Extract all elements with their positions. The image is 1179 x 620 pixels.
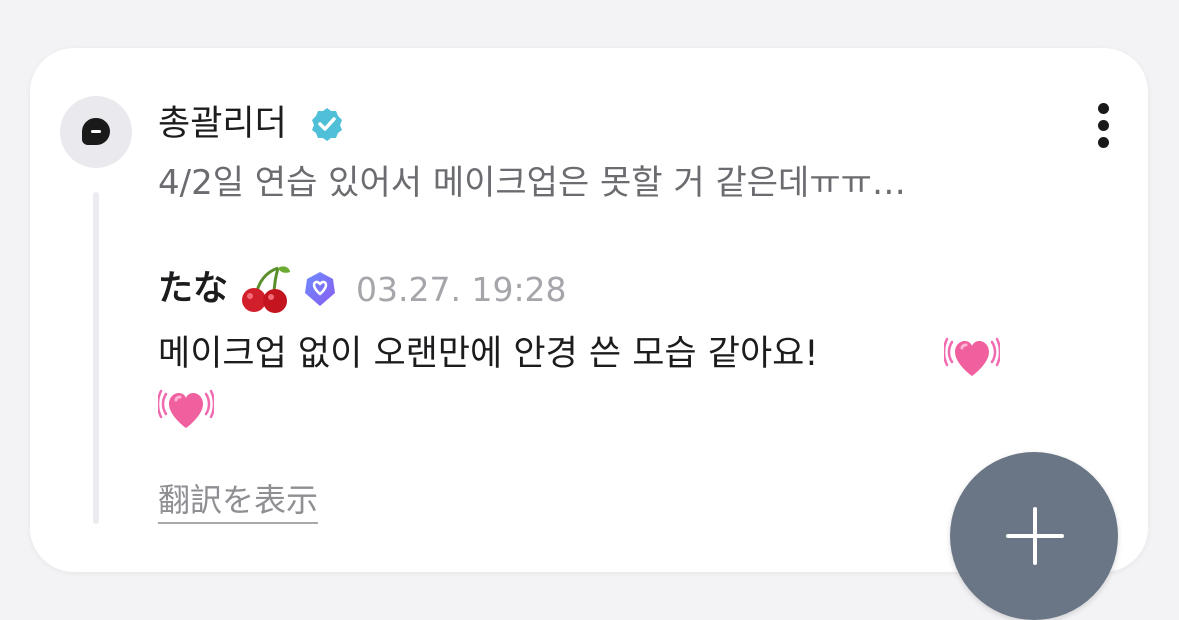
reply-author-name[interactable]: たな xyxy=(158,266,228,312)
show-translation-link[interactable]: 翻訳を表示 xyxy=(158,478,319,524)
blue-verified-badge-icon xyxy=(305,272,335,306)
plus-icon[interactable] xyxy=(950,452,1118,620)
teal-verified-badge-icon xyxy=(312,108,342,141)
growing-heart-icon xyxy=(944,337,1000,376)
avatar[interactable] xyxy=(60,96,132,168)
parent-comment-text: 4/2일 연습 있어서 메이크업은 못할 거 같은데ㅠㅠ… xyxy=(158,163,906,203)
parent-author-name[interactable]: 총괄리더 xyxy=(158,102,287,146)
reply-comment-text: 메이크업 없이 오랜만에 안경 쓴 모습 같아요! xyxy=(158,334,819,374)
chat-bubble-icon xyxy=(82,118,110,145)
reply-timestamp: 03.27. 19:28 xyxy=(356,270,567,309)
growing-heart-icon xyxy=(158,389,214,428)
more-vertical-icon[interactable] xyxy=(1088,100,1120,152)
cherry-icon xyxy=(242,266,290,313)
thread-line xyxy=(93,192,99,524)
